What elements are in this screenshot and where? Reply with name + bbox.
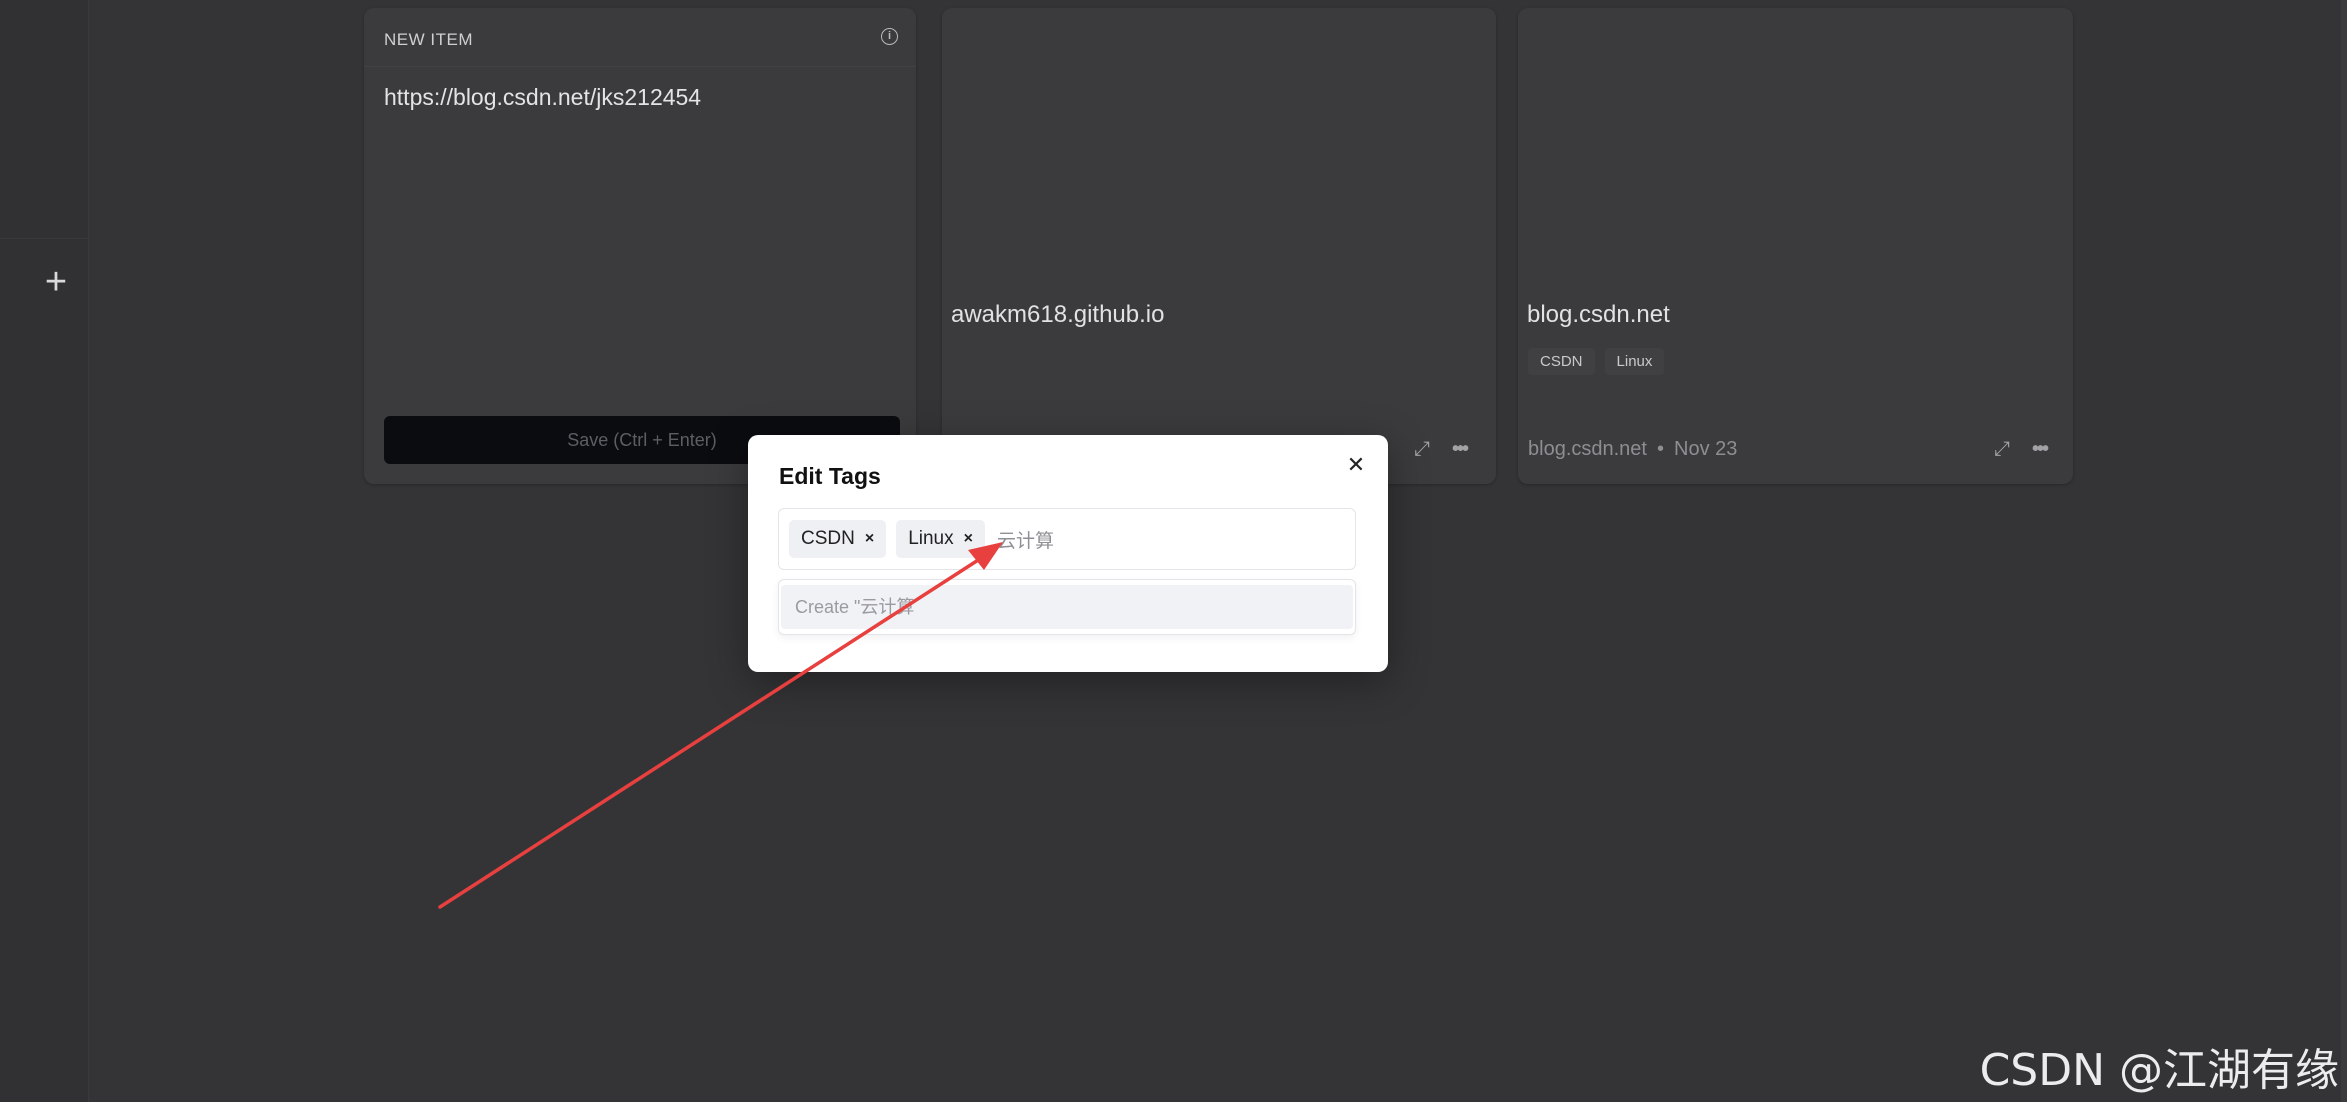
watermark-text: CSDN @江湖有缘 (1979, 1045, 2339, 1096)
annotation-arrow-icon (438, 542, 1003, 909)
